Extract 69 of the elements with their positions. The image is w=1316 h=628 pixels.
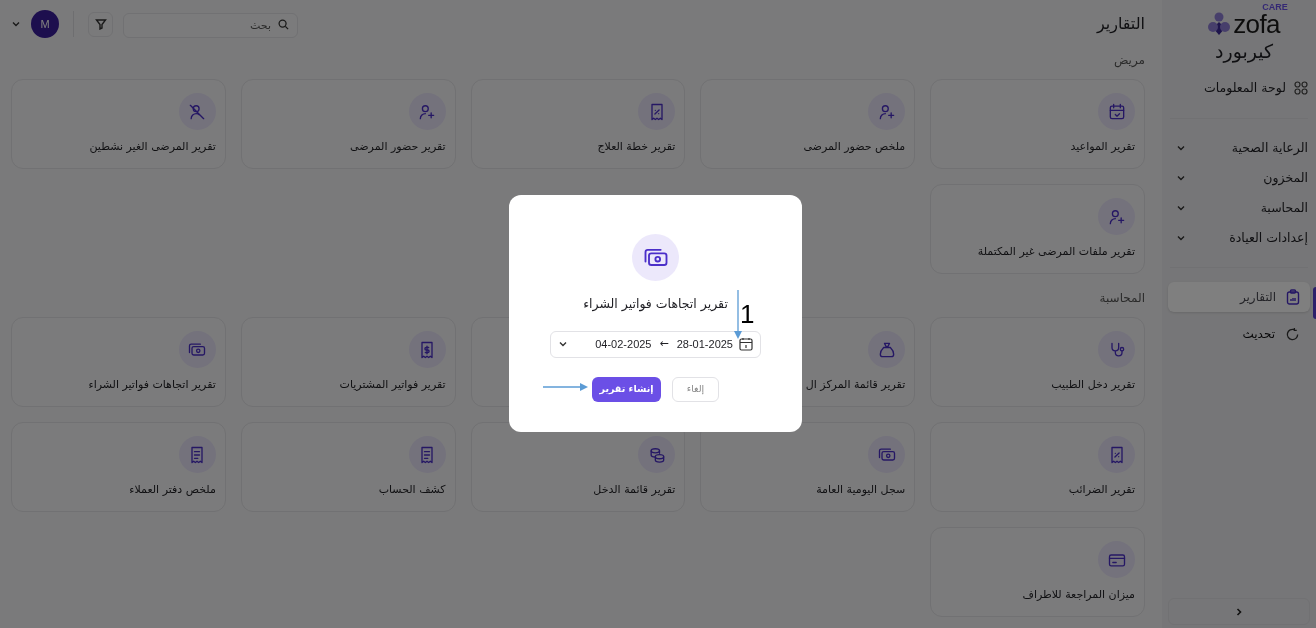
report-card[interactable]: تقرير خطة العلاج [470, 79, 686, 169]
sidebar-item[interactable]: التقارير [1168, 282, 1310, 312]
sidebar-group[interactable]: المخزون [1168, 163, 1310, 193]
card-title: تقرير قائمة الدخل [593, 482, 676, 498]
report-card[interactable]: تقرير دخل الطبيب [930, 317, 1145, 407]
chevron-icon [1234, 606, 1244, 617]
card-title: تقرير حضور المرضى [350, 139, 446, 155]
report-card[interactable]: تقرير ملفات المرضى غير المكتملة [930, 184, 1145, 274]
card-title: تقرير قائمة المركز ال [805, 377, 906, 393]
card-title: تقرير ملفات المرضى غير المكتملة [977, 244, 1135, 260]
section-title: المحاسبة [1099, 290, 1145, 307]
sidebar-item[interactable]: تحديث [1168, 319, 1310, 349]
card-title: تقرير المواعيد [1070, 139, 1135, 155]
calendar-icon [739, 337, 753, 352]
chevron-icon [1176, 203, 1186, 213]
card-title: سجل اليومية العامة [816, 482, 906, 498]
card-title: تقرير اتجاهات فواتير الشراء [88, 377, 216, 393]
card-title: تقرير دخل الطبيب [1051, 377, 1135, 393]
page-title: التقارير [1096, 13, 1145, 36]
card-title: تقرير خطة العلاج [597, 139, 676, 155]
annotation-arrow [733, 290, 743, 340]
search-icon [278, 18, 289, 30]
chevron-icon [11, 19, 21, 29]
card-title: كشف الحساب [378, 482, 446, 498]
sidebar-group[interactable]: إعدادات العيادة [1168, 223, 1310, 253]
card-title: ميزان المراجعة للاطراف [1022, 587, 1135, 603]
filter-icon [94, 18, 107, 30]
report-card[interactable]: ميزان المراجعة للاطراف [930, 527, 1145, 617]
report-card[interactable]: تقرير المرضى الغير نشطين [11, 79, 226, 169]
date-range-field[interactable]: 04-02-2025 ← 28-01-2025 [550, 330, 761, 358]
user-avatar[interactable]: M [31, 10, 59, 38]
logo-wordmark: zofa [1233, 13, 1280, 35]
cancel-button[interactable]: إلغاء [672, 376, 719, 402]
refresh-icon [1285, 326, 1300, 342]
card-title: تقرير المرضى الغير نشطين [89, 139, 216, 155]
card-title: تقرير الضرائب [1068, 482, 1135, 498]
chevron-icon [1176, 143, 1186, 153]
report-card[interactable]: سجل اليومية العامة [700, 422, 916, 512]
report-card[interactable]: تقرير الضرائب [930, 422, 1145, 512]
create-report-button[interactable]: إنشاء تقرير [592, 376, 661, 402]
report-card[interactable]: ملخص حضور المرضى [700, 79, 916, 169]
card-title: تقرير فواتير المشتريات [339, 377, 446, 393]
report-card[interactable]: تقرير قائمة الدخل [470, 422, 686, 512]
report-card[interactable]: ملخص دفتر العملاء [11, 422, 226, 512]
clinic-name: كيربورد [1215, 39, 1273, 64]
end-date: 04-02-2025 [595, 337, 652, 352]
report-card[interactable]: كشف الحساب [240, 422, 456, 512]
filter-button[interactable] [88, 11, 113, 37]
annotation-arrow [543, 382, 589, 392]
search-field[interactable]: بحث [123, 12, 298, 38]
range-arrow: ← [659, 336, 669, 352]
clipboard-icon [1286, 289, 1300, 305]
dialog-title: تقرير اتجاهات فواتير الشراء [583, 295, 728, 314]
report-card[interactable]: تقرير فواتير المشتريات [240, 317, 456, 407]
report-card[interactable]: تقرير حضور المرضى [240, 79, 456, 169]
sidebar-group[interactable]: الرعاية الصحية [1168, 133, 1310, 163]
section-title: مريض [1113, 52, 1145, 69]
sidebar-item[interactable]: لوحة المعلومات [1168, 76, 1310, 100]
sidebar-group[interactable]: المحاسبة [1168, 193, 1310, 223]
grid-icon [1294, 81, 1308, 95]
chevron-icon [1176, 233, 1186, 243]
active-indicator [1313, 287, 1316, 319]
logo-icon [1208, 12, 1231, 36]
logo-tag: CARE [1262, 2, 1288, 12]
report-card[interactable]: تقرير المواعيد [930, 79, 1145, 169]
card-title: ملخص حضور المرضى [803, 139, 906, 155]
chevron-icon [1176, 173, 1186, 183]
card-title: ملخص دفتر العملاء [129, 482, 216, 498]
report-card[interactable]: تقرير اتجاهات فواتير الشراء [11, 317, 226, 407]
